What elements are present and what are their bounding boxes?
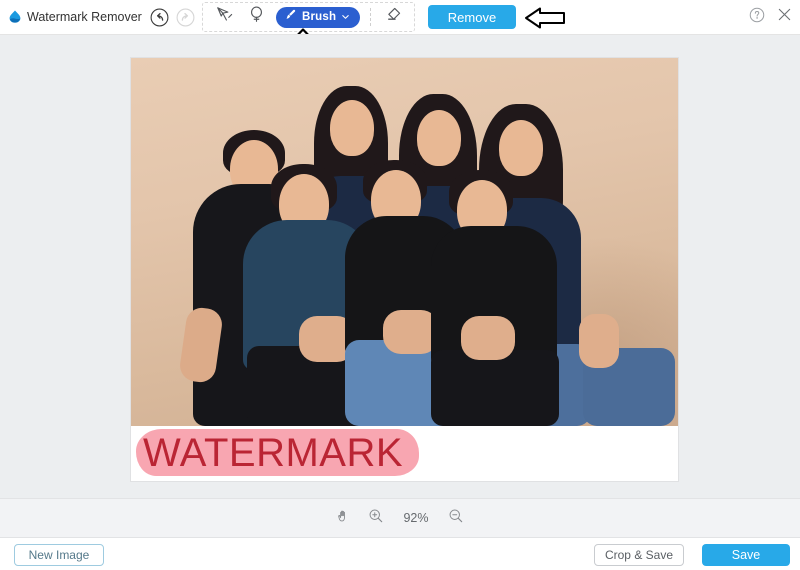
top-toolbar: Watermark Remover Brush Remove [0,0,800,34]
editor-workspace: WATERMARK [0,35,800,498]
zoom-out-icon[interactable] [448,508,464,529]
eraser-tool[interactable] [378,4,408,30]
polygon-select-icon [215,5,234,29]
close-icon[interactable] [777,7,792,27]
zoom-level-label: 92% [403,511,429,525]
help-circle-icon[interactable] [749,7,765,28]
new-image-button[interactable]: New Image [14,544,104,566]
zoom-in-icon[interactable] [368,508,384,529]
source-photo [131,58,678,426]
watermark-remover-window: Watermark Remover Brush Remove WATERMARK… [0,0,800,570]
polygon-select-tool[interactable] [209,4,239,30]
brush-selection-mask[interactable] [136,429,419,476]
window-controls [749,0,792,34]
image-canvas[interactable]: WATERMARK [131,58,678,481]
brush-tool-label: Brush [302,11,337,23]
brush-tool-button[interactable]: Brush [276,6,361,28]
footer-bar: New Image Crop & Save Save [0,539,800,570]
eraser-icon [384,5,403,29]
brush-icon [284,8,297,26]
app-title: Watermark Remover [27,10,142,24]
history-buttons [150,8,195,27]
hand-pan-icon[interactable] [336,508,352,529]
toolbar-divider [370,8,372,26]
save-button[interactable]: Save [702,544,790,566]
arrow-left-annotation [524,7,566,29]
remove-button[interactable]: Remove [428,5,516,29]
crop-and-save-button[interactable]: Crop & Save [594,544,684,566]
app-brand: Watermark Remover [0,9,148,25]
redo-circle-icon [176,8,195,27]
lasso-select-tool[interactable] [241,4,271,30]
zoom-toolbar: 92% [0,498,800,538]
undo-circle-icon[interactable] [150,8,169,27]
lasso-select-icon [247,5,266,29]
chevron-down-icon[interactable] [341,8,350,26]
water-drop-logo-icon [7,9,23,25]
